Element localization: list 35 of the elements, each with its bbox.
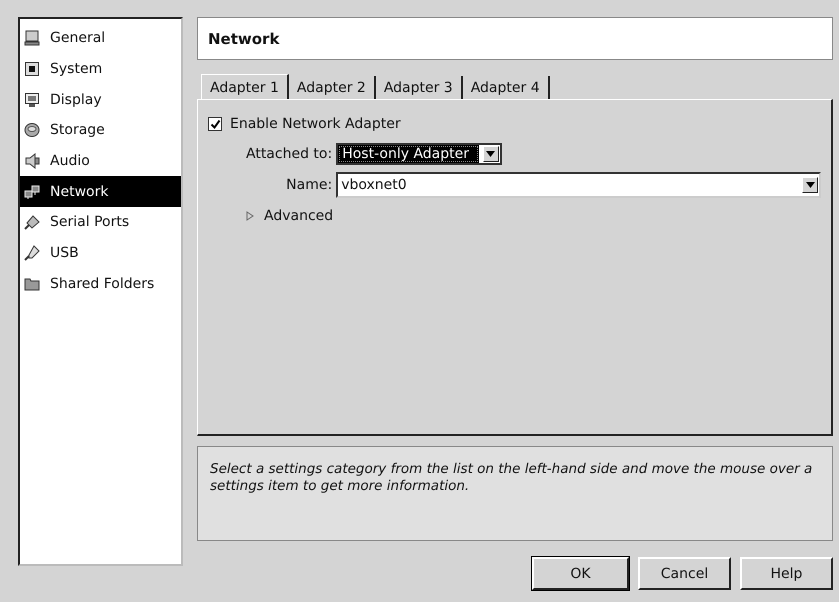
advanced-toggle[interactable]: Advanced	[246, 208, 334, 224]
category-item[interactable]: Display	[20, 84, 181, 116]
speaker-icon	[24, 153, 40, 170]
disk-icon	[24, 122, 40, 138]
attached-dropdown[interactable]: Host-only Adapter	[336, 143, 502, 165]
adapter-tab[interactable]: Adapter 4	[462, 76, 550, 99]
plug-icon	[24, 245, 40, 262]
name-label: Name:	[285, 177, 332, 193]
attached-label: Attached to:	[246, 146, 332, 162]
checkbox[interactable]	[208, 117, 222, 131]
adapter-tab[interactable]: Adapter 3	[376, 76, 463, 99]
network-icon	[24, 184, 40, 200]
chip-icon	[24, 61, 40, 78]
adapter-tab[interactable]: Adapter 2	[288, 76, 376, 99]
connector-icon	[24, 214, 40, 230]
checkbox-label: Enable Network Adapter	[230, 116, 401, 132]
category-item[interactable]: System	[20, 54, 181, 84]
category-item[interactable]: Serial Ports	[20, 207, 181, 238]
monitor-icon	[24, 92, 40, 108]
dialog-button[interactable]: OK	[532, 557, 629, 590]
dialog-button[interactable]: Cancel	[638, 557, 731, 590]
category-item[interactable]: USB	[20, 238, 181, 268]
dialog-button[interactable]: Help	[740, 557, 833, 590]
category-item[interactable]: Audio	[20, 146, 181, 176]
computer-icon	[24, 30, 40, 46]
name-dropdown[interactable]: vboxnet0	[336, 172, 821, 198]
expand-arrow-icon	[246, 211, 254, 221]
category-item[interactable]: Network	[20, 176, 181, 208]
category-item[interactable]: General	[20, 23, 181, 54]
category-item[interactable]: Storage	[20, 115, 181, 146]
category-item[interactable]: Shared Folders	[20, 268, 181, 300]
page-header: Network	[197, 17, 833, 60]
folder-icon	[24, 276, 40, 292]
info-text: Select a settings category from the list on the left-hand side and move the mouse over a settings item to get more information.	[210, 461, 812, 494]
adapter-tab[interactable]: Adapter 1	[201, 74, 289, 99]
